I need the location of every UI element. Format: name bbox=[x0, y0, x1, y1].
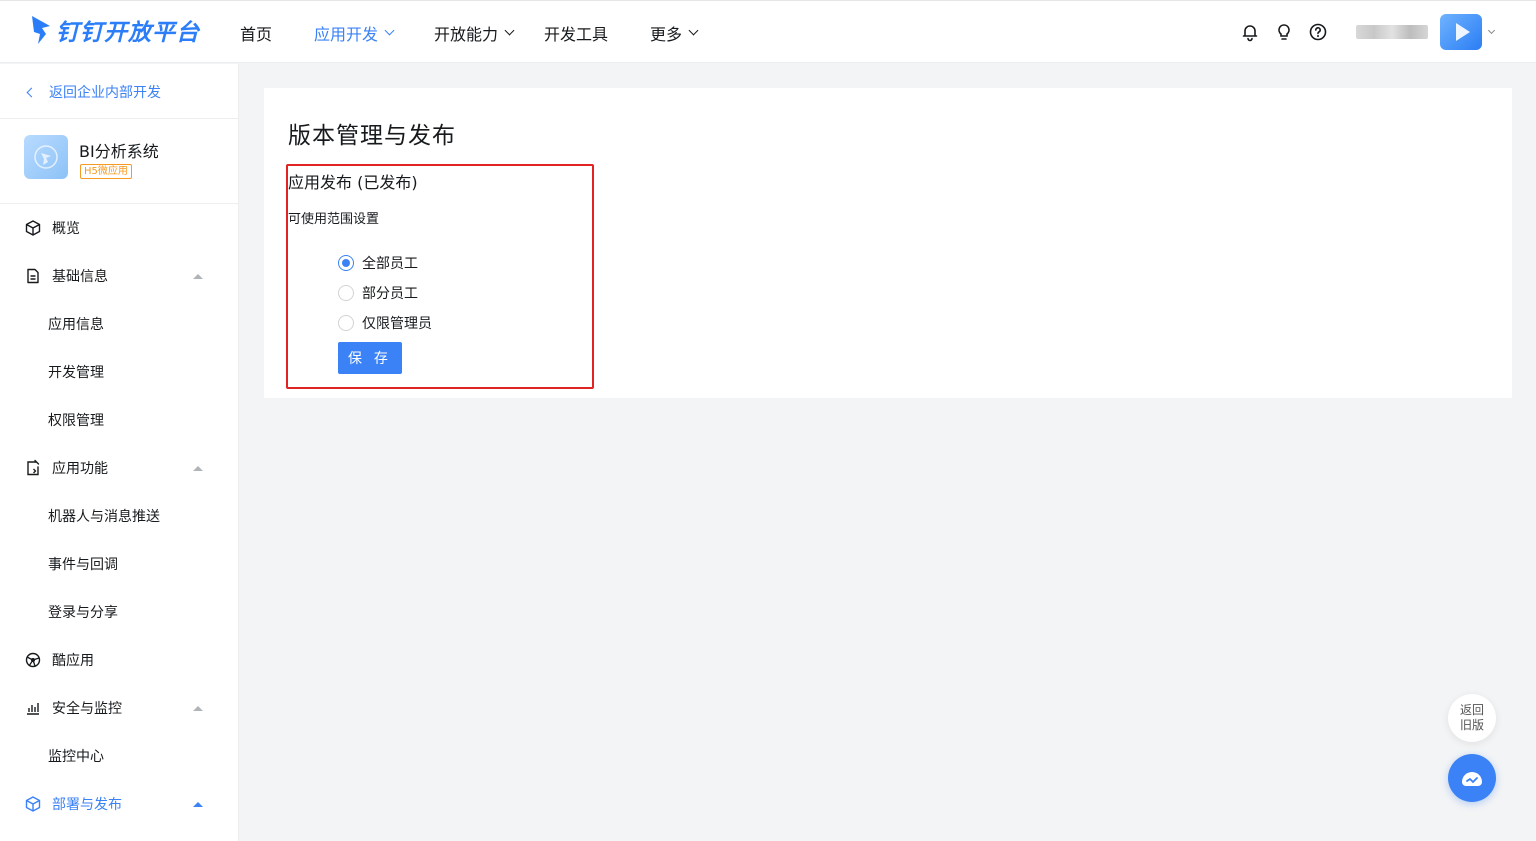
sidebar: 返回企业内部开发 BI分析系统 H5微应用 概览 基础信息 应用信息 开发管理 … bbox=[0, 64, 239, 841]
bell-icon[interactable] bbox=[1240, 22, 1260, 42]
sidebar-item-robot-messaging[interactable]: 机器人与消息推送 bbox=[0, 496, 239, 536]
nav-label: 开放能力 bbox=[434, 24, 499, 44]
sidebar-item-app-features[interactable]: 应用功能 bbox=[0, 448, 239, 488]
nav-more[interactable]: 更多 bbox=[650, 1, 699, 64]
sidebar-item-label: 监控中心 bbox=[48, 749, 104, 765]
caret-up-icon bbox=[193, 465, 203, 471]
sidebar-item-basic-info[interactable]: 基础信息 bbox=[0, 256, 239, 296]
radio-all-employees[interactable]: 全部员工 bbox=[338, 253, 418, 273]
nav-label: 应用开发 bbox=[314, 24, 379, 44]
return-old-version-label: 返回 bbox=[1459, 703, 1484, 717]
sidebar-item-label: 事件与回调 bbox=[48, 557, 118, 573]
sidebar-item-login-share[interactable]: 登录与分享 bbox=[0, 592, 239, 632]
sidebar-item-monitoring-center[interactable]: 监控中心 bbox=[0, 736, 239, 776]
radio-button[interactable] bbox=[338, 285, 354, 301]
caret-up-icon bbox=[193, 801, 203, 807]
nav-label: 首页 bbox=[240, 24, 273, 44]
radio-button[interactable] bbox=[338, 315, 354, 331]
section-title: 应用发布 (已发布) bbox=[288, 173, 418, 192]
page-title: 版本管理与发布 bbox=[288, 123, 456, 149]
sidebar-item-dev-management[interactable]: 开发管理 bbox=[0, 352, 239, 392]
sidebar-item-cool-app[interactable]: 酷应用 bbox=[0, 640, 239, 680]
brand-logo[interactable]: 钉钉开放平台 bbox=[30, 13, 200, 47]
nav-dev-tools[interactable]: 开发工具 bbox=[544, 1, 608, 64]
radio-some-employees[interactable]: 部分员工 bbox=[338, 283, 418, 303]
nav-app-dev[interactable]: 应用开发 bbox=[314, 1, 395, 64]
return-old-version-label: 旧版 bbox=[1459, 718, 1484, 732]
chevron-down-icon bbox=[504, 25, 515, 35]
chevron-down-icon bbox=[688, 25, 699, 35]
scope-setting-label: 可使用范围设置 bbox=[288, 212, 380, 227]
sidebar-item-permission-management[interactable]: 权限管理 bbox=[0, 400, 239, 440]
sidebar-item-label: 安全与监控 bbox=[52, 701, 122, 717]
sidebar-item-label: 权限管理 bbox=[48, 413, 104, 429]
user-name-blurred[interactable] bbox=[1356, 25, 1428, 39]
sidebar-item-label: 应用信息 bbox=[48, 317, 104, 333]
sidebar-item-label: 部署与发布 bbox=[52, 797, 122, 813]
cube-icon bbox=[25, 796, 41, 812]
app-icon bbox=[24, 135, 68, 179]
assistant-bot-icon bbox=[1462, 772, 1482, 786]
nav-home[interactable]: 首页 bbox=[240, 1, 272, 64]
chevron-down-icon[interactable] bbox=[1487, 26, 1496, 35]
sidebar-item-label: 机器人与消息推送 bbox=[48, 509, 160, 525]
avatar-logo-icon bbox=[1456, 23, 1470, 41]
sidebar-item-events-callbacks[interactable]: 事件与回调 bbox=[0, 544, 239, 584]
radio-label: 部分员工 bbox=[362, 286, 418, 302]
nav-label: 开发工具 bbox=[544, 24, 609, 44]
sidebar-item-label: 开发管理 bbox=[48, 365, 104, 381]
radio-label: 仅限管理员 bbox=[362, 316, 432, 332]
bar-chart-icon bbox=[27, 703, 39, 715]
sidebar-item-security-monitoring[interactable]: 安全与监控 bbox=[0, 688, 239, 728]
dingtalk-logo-icon bbox=[32, 16, 50, 44]
caret-up-icon bbox=[193, 273, 203, 279]
lightbulb-icon[interactable] bbox=[1274, 22, 1294, 42]
save-button[interactable]: 保 存 bbox=[338, 342, 402, 374]
app-feature-icon bbox=[27, 459, 40, 476]
cube-icon bbox=[25, 220, 41, 236]
chevron-down-icon bbox=[384, 25, 395, 35]
radio-label: 全部员工 bbox=[362, 256, 418, 272]
cool-app-icon bbox=[25, 652, 41, 668]
top-navbar: 钉钉开放平台 首页 应用开发 开放能力 开发工具 更多 bbox=[0, 0, 1536, 63]
help-icon[interactable] bbox=[1308, 22, 1328, 42]
app-logo-icon bbox=[34, 145, 58, 169]
return-old-version-button[interactable]: 返回 旧版 bbox=[1448, 694, 1496, 742]
sidebar-item-label: 应用功能 bbox=[52, 461, 108, 477]
divider bbox=[0, 118, 239, 119]
assistant-bot-button[interactable] bbox=[1448, 754, 1496, 802]
nav-label: 更多 bbox=[650, 24, 683, 44]
sidebar-item-deploy-publish[interactable]: 部署与发布 bbox=[0, 784, 239, 824]
app-type-badge: H5微应用 bbox=[80, 164, 132, 179]
radio-admins-only[interactable]: 仅限管理员 bbox=[338, 313, 432, 333]
avatar[interactable] bbox=[1440, 14, 1482, 50]
sidebar-item-label: 登录与分享 bbox=[48, 605, 118, 621]
sidebar-item-overview[interactable]: 概览 bbox=[0, 208, 239, 248]
sidebar-item-label: 酷应用 bbox=[52, 653, 94, 669]
nav-open-capability[interactable]: 开放能力 bbox=[434, 1, 515, 64]
sidebar-item-label: 概览 bbox=[52, 221, 80, 237]
sidebar-item-label: 基础信息 bbox=[52, 269, 108, 285]
chevron-left-icon bbox=[26, 87, 37, 97]
back-link-label: 返回企业内部开发 bbox=[49, 85, 161, 101]
sidebar-item-app-info[interactable]: 应用信息 bbox=[0, 304, 239, 344]
highlight-box bbox=[286, 164, 594, 389]
divider bbox=[0, 203, 239, 204]
app-name: BI分析系统 bbox=[79, 142, 159, 161]
caret-up-icon bbox=[193, 705, 203, 711]
radio-button[interactable] bbox=[338, 255, 354, 271]
back-to-internal-dev-link[interactable]: 返回企业内部开发 bbox=[26, 82, 161, 102]
document-icon bbox=[27, 268, 39, 284]
brand-name: 钉钉开放平台 bbox=[56, 20, 200, 46]
